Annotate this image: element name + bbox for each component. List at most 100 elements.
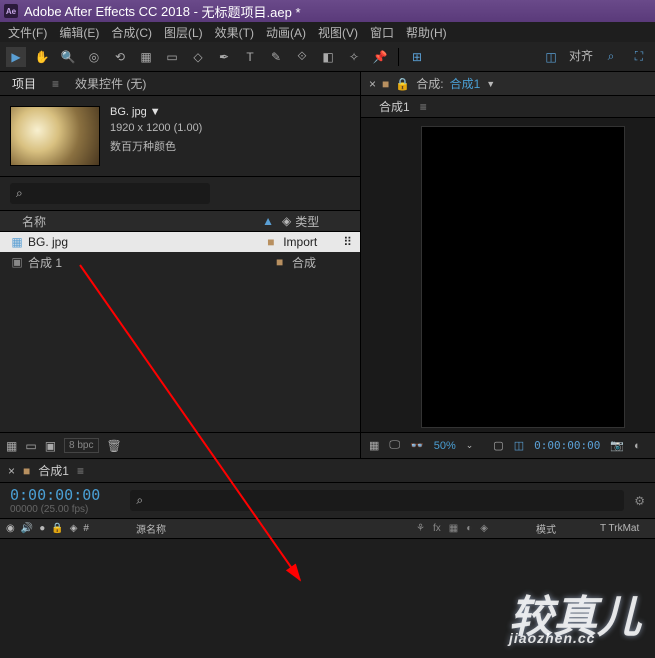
eye-column-icon[interactable]: ◉ — [6, 523, 15, 534]
text-tool-icon[interactable]: T — [240, 47, 260, 67]
menu-window[interactable]: 窗口 — [366, 22, 398, 43]
asset-thumbnail — [10, 106, 100, 166]
label-swatch-icon[interactable]: ■ — [267, 235, 283, 249]
menu-layer[interactable]: 图层(L) — [160, 22, 207, 43]
source-name-column[interactable]: 源名称 — [130, 521, 410, 536]
new-folder-icon[interactable]: ▭ — [25, 439, 36, 453]
folder-structure-icon[interactable]: ⠿ — [343, 235, 352, 249]
project-list[interactable]: ▦ BG. jpg ■ Import ⠿ ▣ 合成 1 ■ 合成 — [0, 232, 360, 432]
sort-arrow-icon[interactable]: ▲ — [262, 214, 274, 228]
clone-tool-icon[interactable]: ⟐ — [292, 47, 312, 67]
anchor-tool-icon[interactable]: ▭ — [162, 47, 182, 67]
audio-column-icon[interactable]: 🔊 — [21, 523, 33, 534]
subtab-comp[interactable]: 合成1 — [373, 96, 416, 117]
interpret-footage-icon[interactable]: ▦ — [6, 439, 17, 453]
resolution-icon[interactable]: 🖵 — [389, 439, 400, 452]
magnification-icon[interactable]: ▦ — [369, 439, 379, 452]
list-item[interactable]: ▦ BG. jpg ■ Import ⠿ — [0, 232, 360, 252]
titlebar: Ae Adobe After Effects CC 2018 - 无标题项目.a… — [0, 0, 655, 22]
orbit-tool-icon[interactable]: ◎ — [84, 47, 104, 67]
puppet-tool-icon[interactable]: 📌 — [370, 47, 390, 67]
menubar: 文件(F) 编辑(E) 合成(C) 图层(L) 效果(T) 动画(A) 视图(V… — [0, 22, 655, 42]
frame-info: 00000 (25.00 fps) — [10, 504, 100, 515]
chevron-down-icon[interactable]: ▼ — [486, 79, 495, 89]
item-name: BG. jpg — [26, 235, 267, 249]
menu-animation[interactable]: 动画(A) — [262, 22, 310, 43]
search-help-icon[interactable]: ⌕ — [601, 47, 621, 67]
lock-column-icon[interactable]: 🔒 — [51, 523, 63, 534]
timeline-columns-header: ◉ 🔊 ● 🔒 ◈ # 源名称 ⚘ fx ▦ ◐ ◈ 模式 T TrkMat — [0, 519, 655, 539]
panel-menu-icon[interactable]: ≡ — [52, 77, 59, 91]
timeline-search-input[interactable]: ⌕ — [130, 490, 624, 511]
trash-icon[interactable]: 🗑 — [107, 439, 122, 453]
grid-icon[interactable]: ▢ — [493, 439, 503, 452]
motion-blur-icon[interactable]: ▦ — [449, 523, 458, 534]
timeline-options-icon[interactable]: ⚙ — [634, 494, 645, 508]
chevron-down-icon[interactable]: ⌄ — [466, 440, 474, 451]
timecode[interactable]: 0:00:00:00 — [534, 439, 600, 452]
timeline-layers-area[interactable] — [0, 539, 655, 658]
label-column-icon[interactable]: ◈ — [70, 523, 78, 534]
bit-depth[interactable]: 8 bpc — [64, 438, 98, 453]
column-type[interactable]: 类型 — [295, 213, 319, 230]
trkmat-column[interactable]: T TrkMat — [590, 523, 639, 534]
label-swatch-icon[interactable]: ■ — [276, 255, 292, 269]
snapshot-icon[interactable]: 📷 — [610, 439, 624, 452]
camera-tool-icon[interactable]: ▦ — [136, 47, 156, 67]
panel-menu-icon[interactable]: ≡ — [77, 464, 84, 478]
tag-icon[interactable]: ◈ — [282, 214, 291, 228]
safe-zone-icon[interactable]: ◫ — [514, 439, 524, 452]
expand-icon[interactable]: ⛶ — [629, 47, 649, 67]
3d-icon[interactable]: ◈ — [480, 523, 488, 534]
zoom-tool-icon[interactable]: 🔍 — [58, 47, 78, 67]
selection-tool-icon[interactable]: ▶ — [6, 47, 26, 67]
rotation-tool-icon[interactable]: ⟲ — [110, 47, 130, 67]
mode-column[interactable]: 模式 — [530, 521, 590, 536]
shy-icon[interactable]: ⚘ — [416, 523, 425, 534]
adjustment-icon[interactable]: ◐ — [466, 523, 472, 534]
current-time[interactable]: 0:00:00:00 — [10, 486, 100, 504]
menu-effect[interactable]: 效果(T) — [211, 22, 258, 43]
tab-effect-controls[interactable]: 效果控件 (无) — [71, 73, 150, 94]
hand-tool-icon[interactable]: ✋ — [32, 47, 52, 67]
local-axis-icon[interactable]: ⊞ — [407, 47, 427, 67]
close-tab-icon[interactable]: × — [8, 464, 15, 478]
viewer-controls: ▦ 🖵 👓 50% ⌄ ▢ ◫ 0:00:00:00 📷 ◐ — [361, 432, 655, 458]
item-type: Import — [283, 235, 343, 249]
menu-edit[interactable]: 编辑(E) — [55, 22, 103, 43]
brush-tool-icon[interactable]: ✎ — [266, 47, 286, 67]
panel-menu-icon[interactable]: ≡ — [420, 100, 427, 114]
roto-tool-icon[interactable]: ✧ — [344, 47, 364, 67]
asset-dimensions: 1920 x 1200 (1.00) — [110, 122, 202, 134]
comp-label: 合成: — [416, 75, 443, 92]
fx-icon[interactable]: fx — [433, 523, 441, 534]
zoom-value[interactable]: 50% — [434, 440, 456, 452]
mask-icon[interactable]: 👓 — [410, 439, 424, 452]
menu-help[interactable]: 帮助(H) — [402, 22, 451, 43]
menu-view[interactable]: 视图(V) — [314, 22, 362, 43]
list-item[interactable]: ▣ 合成 1 ■ 合成 — [0, 252, 360, 272]
column-name[interactable]: 名称 — [8, 213, 262, 230]
snap-icon[interactable]: ◫ — [541, 47, 561, 67]
menu-composition[interactable]: 合成(C) — [107, 22, 156, 43]
comp-name[interactable]: 合成1 — [450, 75, 481, 92]
eraser-tool-icon[interactable]: ◧ — [318, 47, 338, 67]
project-search-input[interactable]: ⌕ — [10, 183, 210, 204]
project-footer: ▦ ▭ ▣ 8 bpc 🗑 — [0, 432, 360, 458]
composition-viewer[interactable] — [421, 126, 625, 428]
toolbar: ▶ ✋ 🔍 ◎ ⟲ ▦ ▭ ◇ ✒ T ✎ ⟐ ◧ ✧ 📌 ⊞ ◫ 对齐 ⌕ ⛶ — [0, 42, 655, 72]
menu-file[interactable]: 文件(F) — [4, 22, 51, 43]
pen-tool-icon[interactable]: ✒ — [214, 47, 234, 67]
solo-column-icon[interactable]: ● — [39, 523, 45, 534]
show-channel-icon[interactable]: ◐ — [634, 440, 641, 452]
new-comp-icon[interactable]: ▣ — [45, 439, 56, 453]
lock-icon[interactable]: 🔒 — [395, 77, 410, 91]
timeline-tab[interactable]: 合成1 — [38, 462, 69, 479]
image-file-icon: ▦ — [8, 235, 26, 249]
shape-tool-icon[interactable]: ◇ — [188, 47, 208, 67]
close-tab-icon[interactable]: × — [369, 77, 376, 91]
app-title: Adobe After Effects CC 2018 — [24, 4, 190, 19]
tab-project[interactable]: 项目 — [8, 73, 40, 94]
index-column-icon[interactable]: # — [83, 523, 89, 534]
align-label[interactable]: 对齐 — [569, 47, 593, 67]
